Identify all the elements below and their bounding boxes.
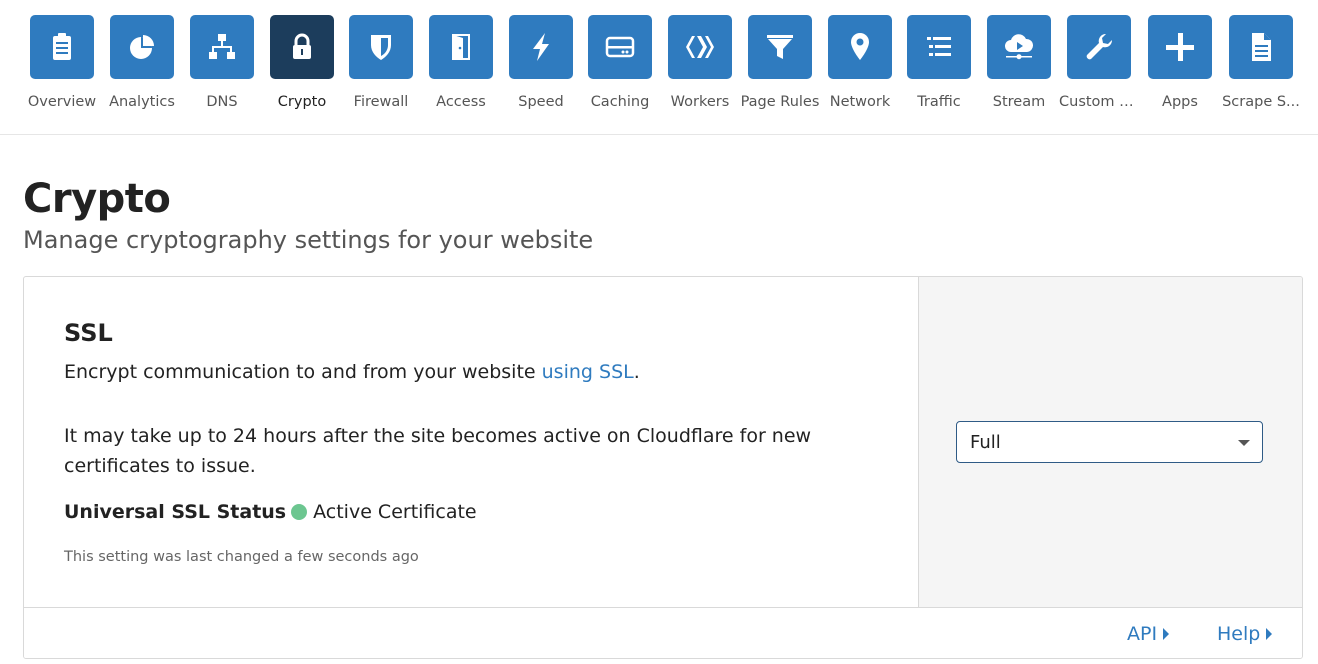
- using-ssl-link[interactable]: using SSL: [542, 361, 634, 383]
- nav-label: Crypto: [277, 94, 327, 110]
- nav-item-workers[interactable]: Workers: [660, 15, 740, 125]
- help-link-label: Help: [1217, 623, 1261, 645]
- ssl-mode-selected-value: Full: [970, 432, 1001, 453]
- nav-label: Custom P...: [1059, 94, 1139, 110]
- universal-ssl-status: Universal SSL Status Active Certificate: [64, 501, 477, 523]
- nav-label: Stream: [992, 94, 1046, 110]
- nav-item-apps[interactable]: Apps: [1140, 15, 1220, 125]
- funnel-icon: [767, 35, 793, 59]
- nav-item-scrape-shield[interactable]: Scrape S...: [1221, 15, 1301, 125]
- nav-item-dns[interactable]: DNS: [182, 15, 262, 125]
- page-subtitle: Manage cryptography settings for your we…: [23, 226, 594, 254]
- pie-chart-icon: [130, 35, 154, 59]
- ssl-card-note: It may take up to 24 hours after the sit…: [64, 425, 812, 477]
- caret-right-icon: [1266, 628, 1273, 640]
- nav-item-stream[interactable]: Stream: [979, 15, 1059, 125]
- network-tree-icon: [209, 34, 235, 59]
- location-pin-icon: [851, 33, 869, 60]
- nav-label: Firewall: [353, 94, 409, 110]
- top-navigation: Overview Analytics DNS Crypto Firewall A…: [0, 0, 1318, 135]
- nav-item-page-rules[interactable]: Page Rules: [740, 15, 820, 125]
- nav-item-firewall[interactable]: Firewall: [341, 15, 421, 125]
- nav-label: Caching: [590, 94, 650, 110]
- nav-label: Scrape S...: [1222, 94, 1300, 110]
- nav-label: Analytics: [109, 94, 175, 110]
- chevron-down-icon: [1238, 440, 1250, 446]
- wrench-icon: [1086, 33, 1113, 60]
- document-icon: [1252, 33, 1271, 61]
- nav-label: Overview: [27, 94, 97, 110]
- nav-label: Speed: [518, 94, 564, 110]
- ssl-card-control-panel: Full: [919, 277, 1302, 607]
- status-dot-icon: [291, 504, 308, 520]
- lock-icon: [293, 33, 311, 59]
- nav-label: Network: [829, 94, 891, 110]
- ssl-card-footer: API Help: [24, 607, 1302, 658]
- clipboard-icon: [53, 33, 71, 60]
- nav-item-analytics[interactable]: Analytics: [102, 15, 182, 125]
- server-drive-icon: [605, 36, 635, 58]
- door-icon: [452, 34, 470, 60]
- plus-icon: [1166, 33, 1194, 61]
- shield-icon: [371, 35, 391, 60]
- lightning-icon: [533, 33, 549, 61]
- api-link[interactable]: API: [1127, 623, 1170, 645]
- nav-label: Access: [436, 94, 486, 110]
- ssl-card-main: SSL Encrypt communication to and from yo…: [24, 277, 919, 607]
- nav-label: Workers: [670, 94, 730, 110]
- api-link-label: API: [1127, 623, 1158, 645]
- ssl-card-description: Encrypt communication to and from your w…: [64, 361, 640, 383]
- ssl-card-title: SSL: [64, 319, 113, 347]
- nav-label: DNS: [206, 94, 238, 110]
- caret-right-icon: [1163, 628, 1170, 640]
- status-value: Active Certificate: [313, 501, 477, 523]
- workers-chevrons-icon: [686, 36, 714, 58]
- page-title: Crypto: [23, 176, 171, 222]
- list-icon: [927, 37, 951, 56]
- nav-item-network[interactable]: Network: [820, 15, 900, 125]
- ssl-card: SSL Encrypt communication to and from yo…: [23, 276, 1303, 659]
- cloud-play-icon: [1005, 34, 1034, 60]
- nav-label: Traffic: [917, 94, 961, 110]
- ssl-description-text: Encrypt communication to and from your w…: [64, 361, 542, 383]
- nav-label: Page Rules: [740, 94, 820, 110]
- nav-label: Apps: [1162, 94, 1198, 110]
- nav-item-traffic[interactable]: Traffic: [899, 15, 979, 125]
- nav-item-caching[interactable]: Caching: [580, 15, 660, 125]
- ssl-mode-select[interactable]: Full: [956, 421, 1263, 463]
- ssl-description-suffix: .: [633, 361, 640, 383]
- nav-item-overview[interactable]: Overview: [22, 15, 102, 125]
- nav-item-crypto[interactable]: Crypto: [262, 15, 342, 125]
- nav-item-access[interactable]: Access: [421, 15, 501, 125]
- last-changed-note: This setting was last changed a few seco…: [64, 549, 419, 565]
- nav-item-speed[interactable]: Speed: [501, 15, 581, 125]
- status-label: Universal SSL Status: [64, 501, 287, 523]
- help-link[interactable]: Help: [1217, 623, 1273, 645]
- nav-item-custom-pages[interactable]: Custom P...: [1059, 15, 1139, 125]
